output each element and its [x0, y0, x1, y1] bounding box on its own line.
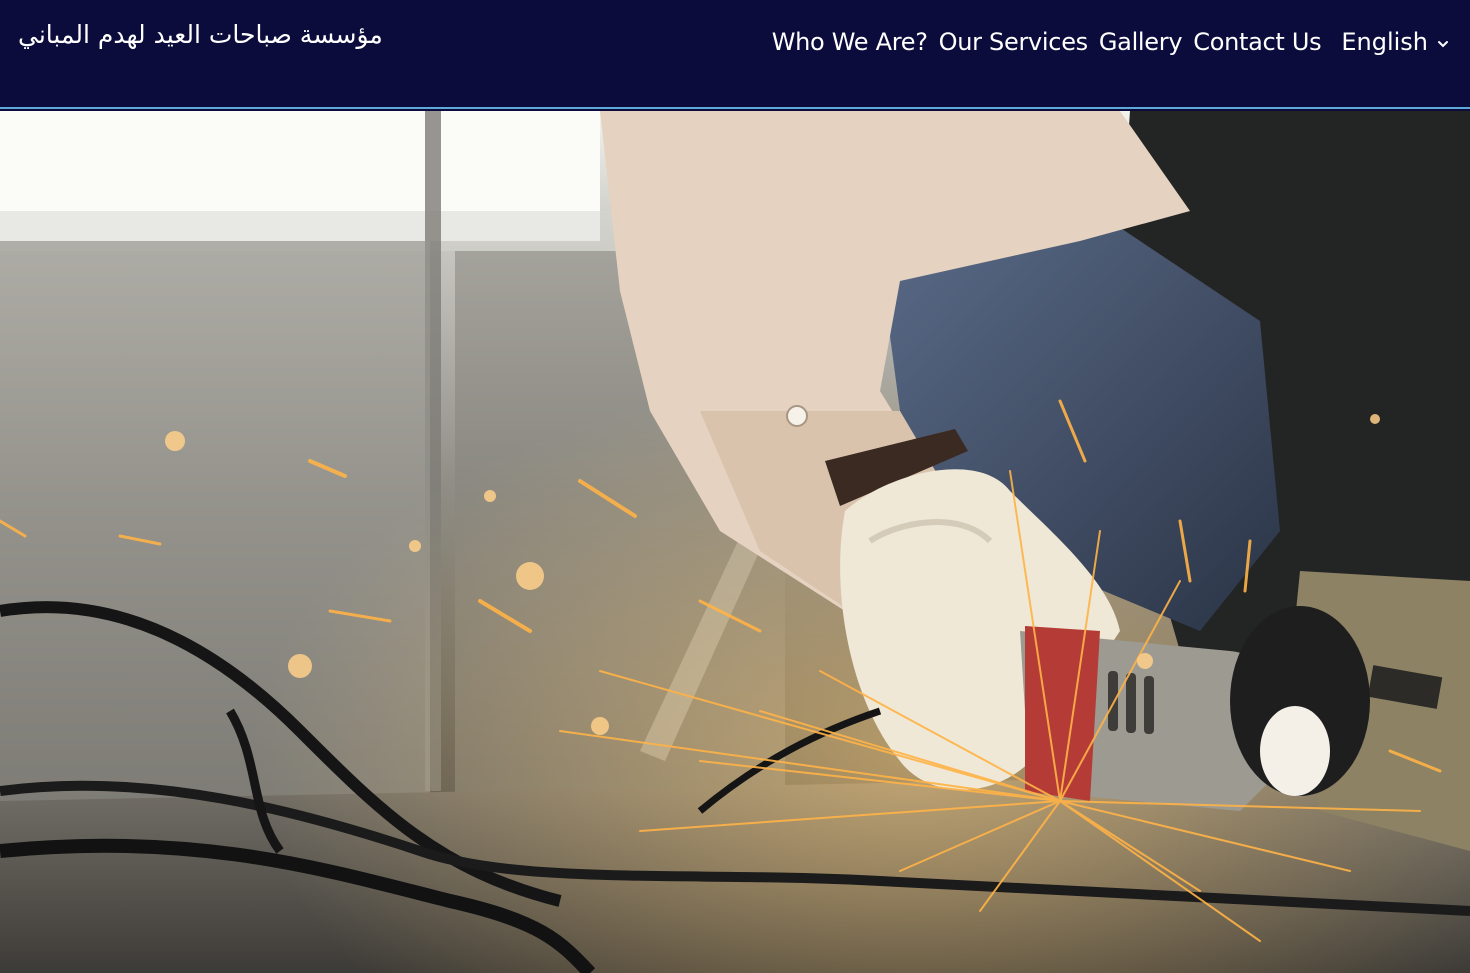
hero-image [0, 111, 1470, 973]
main-nav: Who We Are? Our Services Gallery Contact… [761, 28, 1450, 56]
language-select[interactable]: English [1341, 28, 1450, 56]
brand-title[interactable]: مؤسسة صباحات العيد لهدم المباني [18, 20, 383, 49]
hero-photo [0, 111, 1470, 973]
nav-item-gallery[interactable]: Gallery [1099, 28, 1183, 56]
nav-item-contact-us[interactable]: Contact Us [1193, 28, 1321, 56]
chevron-down-icon [1438, 41, 1448, 48]
nav-item-our-services[interactable]: Our Services [939, 28, 1089, 56]
language-select-label: English [1341, 28, 1428, 56]
site-header: مؤسسة صباحات العيد لهدم المباني Who We A… [0, 0, 1470, 109]
nav-item-who-we-are[interactable]: Who We Are? [772, 28, 928, 56]
